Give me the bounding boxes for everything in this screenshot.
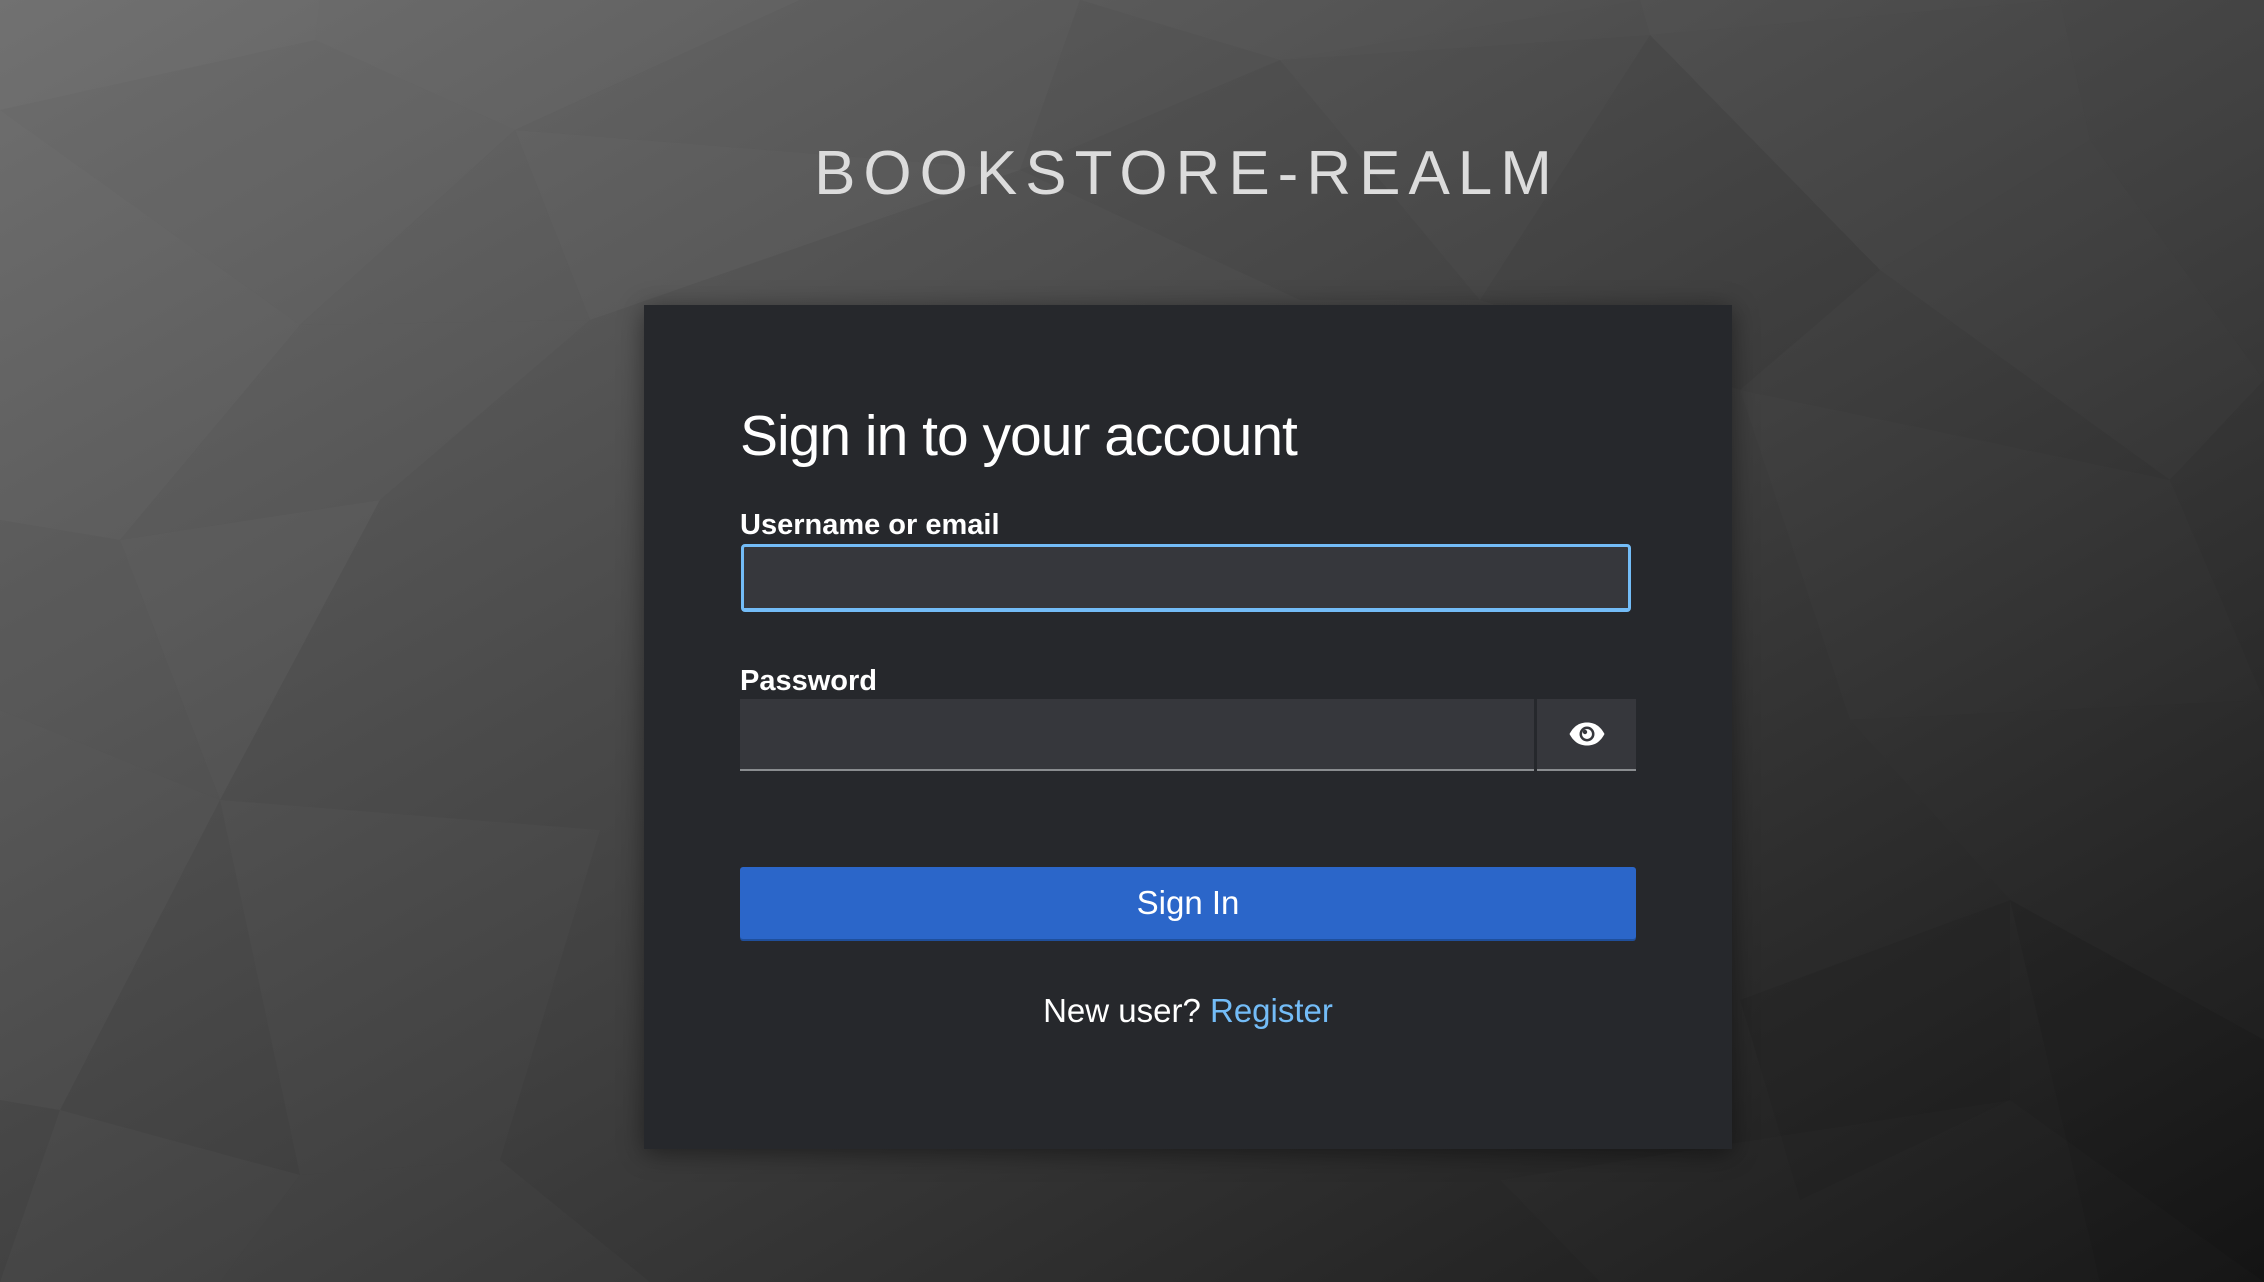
eye-icon: [1569, 722, 1604, 746]
sign-in-button[interactable]: Sign In: [740, 867, 1636, 939]
show-password-button[interactable]: [1537, 699, 1636, 771]
realm-title: BOOKSTORE-REALM: [814, 139, 1560, 208]
login-heading: Sign in to your account: [740, 404, 1298, 468]
password-label: Password: [740, 665, 877, 697]
password-input[interactable]: [740, 699, 1534, 771]
login-card: Sign in to your account Username or emai…: [644, 305, 1732, 1149]
new-user-prompt: New user?: [1043, 992, 1201, 1029]
register-row: New user? Register: [644, 991, 1732, 1031]
username-input[interactable]: [741, 544, 1631, 612]
username-label: Username or email: [740, 509, 1000, 541]
register-link[interactable]: Register: [1210, 992, 1333, 1029]
